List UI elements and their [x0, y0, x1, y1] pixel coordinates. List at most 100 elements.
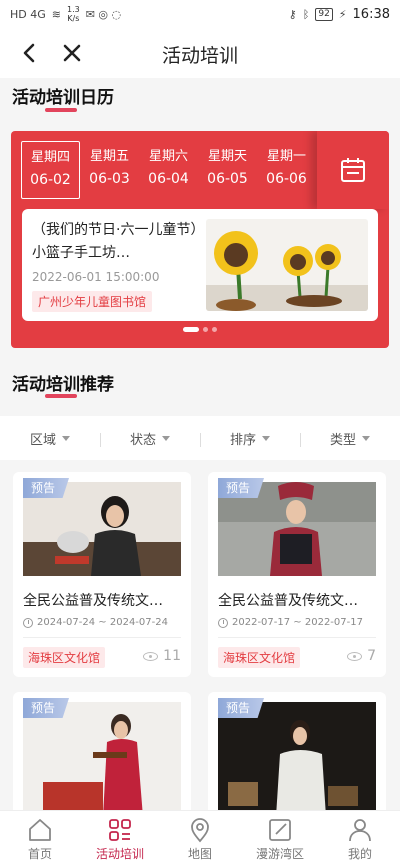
view-count-value: 11: [163, 648, 181, 664]
event-card[interactable]: （我们的节日·六一儿童节）小篮子手工坊… 2022-06-01 15:00:00…: [22, 209, 378, 321]
filter-sort[interactable]: 排序: [200, 429, 300, 448]
activity-title: 全民公益普及传统文…: [218, 593, 358, 609]
tab-label: 首页: [27, 847, 52, 861]
activity-card[interactable]: 预告: [208, 692, 386, 817]
day-item[interactable]: 星期四 06-02: [21, 141, 80, 199]
user-icon: [349, 819, 371, 842]
home-icon: [29, 819, 51, 841]
activity-image: [23, 702, 181, 817]
calendar-card: 星期四 06-02 星期五 06-03 星期六 06-04 星期天 06-05 …: [11, 131, 389, 348]
filter-region[interactable]: 区域: [0, 429, 100, 448]
day-item[interactable]: 星期六 06-04: [139, 141, 198, 199]
day-weekday: 星期天: [207, 149, 247, 164]
tab-label: 漫游湾区: [255, 847, 304, 861]
day-weekday: 星期一: [266, 149, 306, 164]
calendar-icon: [341, 158, 365, 182]
section-underline: [45, 394, 77, 398]
date-strip[interactable]: 星期四 06-02 星期五 06-03 星期六 06-04 星期天 06-05 …: [21, 141, 316, 199]
tab-label: 活动培训: [95, 847, 144, 861]
section-underline: [45, 108, 77, 112]
clock-icon: [23, 617, 33, 628]
day-date: 06-05: [207, 171, 248, 187]
caret-down-icon: [362, 435, 370, 441]
caret-down-icon: [62, 435, 70, 441]
tab-map[interactable]: 地图: [160, 811, 240, 866]
activity-card[interactable]: 预告 全民公益普及传统文… 2022-07-17 ~ 2022-07-17 海珠…: [208, 472, 386, 677]
key-icon: ⚷: [288, 7, 297, 21]
divider: [23, 637, 181, 638]
day-date: 06-02: [30, 172, 71, 188]
view-count: 7: [347, 648, 376, 664]
tab-mine[interactable]: 我的: [320, 811, 400, 866]
notification-icons: ✉ ◎ ◌: [85, 7, 122, 21]
tab-bay-tour[interactable]: 漫游湾区: [240, 811, 320, 866]
activity-card[interactable]: 预告 全民公益普及传统文… 2024-07-24 ~ 2024-07-24 海珠…: [13, 472, 191, 677]
activity-date-text: 2024-07-24 ~ 2024-07-24: [37, 617, 168, 628]
preview-tag: 预告: [23, 478, 70, 498]
bluetooth-icon: ᛒ: [302, 7, 310, 21]
app-header: 活动培训: [0, 28, 400, 78]
eye-icon: [347, 651, 363, 661]
carousel-indicator: [11, 327, 389, 332]
signal-icon: HD 4G: [10, 7, 46, 21]
activity-date: 2024-07-24 ~ 2024-07-24: [23, 617, 168, 628]
grid-icon: [109, 819, 131, 841]
preview-tag: 预告: [23, 698, 70, 718]
recommend-section-title: 活动培训推荐: [12, 375, 114, 395]
filter-status[interactable]: 状态: [100, 429, 200, 448]
network-speed: 1.3 K/s: [66, 5, 80, 23]
activity-title: 全民公益普及传统文…: [23, 593, 163, 609]
preview-tag: 预告: [218, 478, 265, 498]
day-item[interactable]: 星期天 06-05: [198, 141, 257, 199]
activity-image: [218, 702, 376, 817]
edit-icon: [269, 819, 291, 841]
tab-label: 地图: [187, 847, 212, 861]
activity-card[interactable]: 预告: [13, 692, 191, 817]
eye-icon: [143, 651, 159, 661]
tab-activity[interactable]: 活动培训: [80, 811, 160, 866]
battery-indicator: 92: [315, 7, 333, 21]
calendar-section-title: 活动培训日历: [12, 88, 114, 108]
view-count-value: 7: [367, 648, 376, 664]
carousel-dot: [212, 327, 217, 332]
day-date: 06-06: [266, 171, 307, 187]
divider: [218, 637, 376, 638]
filter-label: 状态: [129, 432, 156, 448]
carousel-dot: [203, 327, 208, 332]
event-time: 2022-06-01 15:00:00: [32, 270, 160, 284]
charging-icon: ⚡: [338, 7, 347, 21]
event-image: [206, 219, 368, 311]
wifi-icon: ≋: [51, 7, 61, 21]
filter-type[interactable]: 类型: [300, 429, 400, 448]
activity-date-text: 2022-07-17 ~ 2022-07-17: [232, 617, 363, 628]
tab-home[interactable]: 首页: [0, 811, 80, 866]
event-title: （我们的节日·六一儿童节）小篮子手工坊…: [32, 222, 205, 261]
activity-library: 海珠区文化馆: [23, 647, 106, 668]
calendar-button[interactable]: [317, 131, 389, 209]
bottom-tab-bar: 首页 活动培训 地图 漫游湾区 我的: [0, 810, 400, 866]
filter-label: 区域: [29, 432, 56, 448]
clock-icon: [218, 617, 228, 628]
filter-label: 排序: [229, 432, 256, 448]
preview-tag: 预告: [218, 698, 265, 718]
day-weekday: 星期六: [148, 149, 188, 164]
activity-date: 2022-07-17 ~ 2022-07-17: [218, 617, 363, 628]
caret-down-icon: [162, 435, 170, 441]
day-weekday: 星期五: [89, 149, 129, 164]
day-item[interactable]: 星期五 06-03: [80, 141, 139, 199]
caret-down-icon: [262, 435, 270, 441]
clock: 16:38: [352, 6, 390, 22]
day-weekday: 星期四: [30, 150, 70, 165]
status-bar: HD 4G ≋ 1.3 K/s ✉ ◎ ◌ ⚷ ᛒ 92 ⚡ 16:38: [0, 0, 400, 28]
day-date: 06-04: [148, 171, 189, 187]
view-count: 11: [143, 648, 181, 664]
carousel-dot: [183, 327, 199, 332]
tab-label: 我的: [347, 847, 372, 861]
event-library: 广州少年儿童图书馆: [32, 291, 153, 312]
map-pin-icon: [191, 818, 209, 843]
activity-library: 海珠区文化馆: [218, 647, 301, 668]
filter-bar: 区域 状态 排序 类型: [0, 416, 400, 460]
day-item[interactable]: 星期一 06-06: [257, 141, 316, 199]
filter-label: 类型: [329, 432, 356, 448]
day-date: 06-03: [89, 171, 130, 187]
